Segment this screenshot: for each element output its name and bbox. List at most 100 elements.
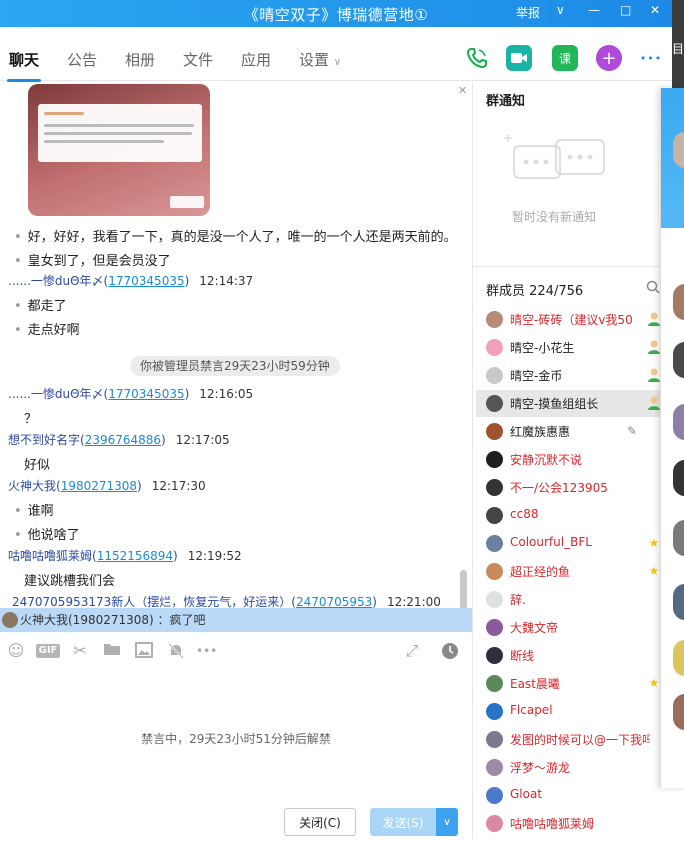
member-name: 浮梦～游龙: [510, 761, 571, 775]
phone-icon[interactable]: [464, 45, 490, 71]
member-row[interactable]: 不一/公会123905: [476, 474, 666, 501]
history-clock-icon[interactable]: [440, 642, 460, 660]
image-icon[interactable]: [134, 642, 154, 660]
scissors-icon[interactable]: ✂: [70, 642, 90, 660]
video-icon[interactable]: [506, 45, 532, 71]
member-row[interactable]: 晴空-摸鱼组组长: [476, 390, 666, 417]
member-row[interactable]: 发图的时候可以@一下我吗: [476, 726, 666, 753]
message-text: 建议跳槽我们会: [24, 574, 116, 589]
message-time: 12:17:30: [151, 479, 206, 493]
member-row[interactable]: Colourful_BFL ★: [476, 530, 666, 557]
search-icon[interactable]: [646, 280, 660, 298]
member-row[interactable]: 浮梦～游龙: [476, 754, 666, 781]
chat-scrollbar-thumb[interactable]: [460, 570, 467, 610]
chevron-down-icon[interactable]: ∨: [556, 3, 565, 17]
member-row[interactable]: cc88: [476, 502, 666, 529]
member-row[interactable]: East晨曦 ★: [476, 670, 666, 697]
member-name: Flcapel: [510, 703, 553, 717]
member-row[interactable]: 红魔族惠惠 ✎: [476, 418, 666, 445]
more-icon[interactable]: •••: [638, 45, 664, 71]
tab-settings[interactable]: 设置 ∨: [299, 49, 341, 70]
member-row[interactable]: 超正经的鱼 ★: [476, 558, 666, 585]
tab-announcement[interactable]: 公告: [67, 49, 97, 70]
tab-chat[interactable]: 聊天: [6, 49, 42, 82]
empty-notice-text: 暂时没有新通知: [512, 210, 597, 224]
minimize-button[interactable]: —: [588, 3, 600, 17]
sender-suffix: ): [184, 274, 190, 288]
avatar: [486, 395, 503, 412]
report-button[interactable]: 举报: [516, 4, 540, 21]
tab-settings-label: 设置: [299, 51, 330, 69]
expand-icon[interactable]: ⤢: [402, 642, 422, 660]
sender-qq[interactable]: 1152156894: [97, 549, 173, 563]
avatar: [486, 451, 503, 468]
sender-qq[interactable]: 2396764886: [85, 433, 161, 447]
quoted-text: 火神大我(1980271308) ：疯了吧: [20, 613, 206, 627]
sender-name[interactable]: ......一惨duΘ年〆(: [8, 274, 108, 288]
member-row[interactable]: Gloat: [476, 782, 666, 809]
avatar: [673, 132, 684, 168]
sender-qq[interactable]: 2470705953: [296, 595, 372, 609]
sender-suffix: ): [137, 479, 142, 493]
sender-name[interactable]: 2470705953173新人（摆烂，恢复元气，好运来）(: [12, 595, 296, 609]
close-icon[interactable]: ✕: [458, 84, 467, 97]
avatar: [486, 535, 503, 552]
image-skip-button: [170, 196, 204, 208]
sender-name[interactable]: 想不到好名字(: [8, 433, 85, 447]
member-name: 大魏文帝: [510, 621, 559, 635]
quoted-message-bar[interactable]: 火神大我(1980271308) ：疯了吧: [0, 608, 472, 632]
member-name: East晨曦: [510, 677, 560, 691]
member-row[interactable]: 晴空-小花生: [476, 334, 666, 361]
tab-files[interactable]: 文件: [183, 49, 213, 70]
emoji-icon[interactable]: ☺: [6, 642, 26, 660]
bell-off-icon[interactable]: [166, 642, 186, 660]
title-bar: 《晴空双子》博瑞德营地① 举报 ∨ — □ ✕: [0, 0, 672, 27]
member-name: 晴空-摸鱼组组长: [510, 397, 599, 411]
gif-icon[interactable]: GIF: [36, 644, 60, 658]
avatar: [673, 694, 684, 730]
send-button[interactable]: 发送(S): [370, 808, 436, 836]
member-row[interactable]: 安静沉默不说: [476, 446, 666, 473]
sender-name[interactable]: 火神大我(: [8, 479, 61, 493]
sender-suffix: ): [184, 387, 190, 401]
sender-qq[interactable]: 1770345035: [108, 274, 184, 288]
avatar: [486, 367, 503, 384]
message-time: 12:19:52: [187, 549, 242, 563]
member-row[interactable]: Flcapel: [476, 698, 666, 725]
member-row[interactable]: 咕噜咕噜狐莱姆: [476, 810, 666, 837]
image-line: [44, 140, 164, 143]
tab-apps[interactable]: 应用: [241, 49, 271, 70]
message-time: 12:16:05: [199, 387, 254, 401]
shared-image[interactable]: [28, 84, 210, 216]
sender-name[interactable]: 咕噜咕噜狐莱姆(: [8, 549, 97, 563]
member-row[interactable]: 断线: [476, 642, 666, 669]
member-row[interactable]: 辞.: [476, 586, 666, 613]
folder-icon[interactable]: [102, 642, 122, 660]
sender-suffix: ): [161, 433, 166, 447]
plus-icon[interactable]: +: [596, 45, 622, 71]
close-window-button[interactable]: ✕: [650, 3, 660, 17]
member-row[interactable]: 大魏文帝: [476, 614, 666, 641]
member-name: 辞.: [510, 593, 526, 607]
member-row[interactable]: 晴空-砖砖（建议v我50: [476, 306, 666, 333]
sender-qq[interactable]: 1980271308: [61, 479, 137, 493]
member-row[interactable]: 晴空-金币: [476, 362, 666, 389]
maximize-button[interactable]: □: [620, 3, 631, 17]
close-button[interactable]: 关闭(C): [284, 808, 356, 836]
background-window-text: 目: [672, 42, 684, 56]
tab-album[interactable]: 相册: [125, 49, 155, 70]
sender-line: ......一惨duΘ年〆(1770345035) 12:14:37: [8, 272, 253, 289]
sender-line: 想不到好名字(2396764886) 12:17:05: [8, 431, 230, 448]
avatar: [486, 591, 503, 608]
more-icon[interactable]: •••: [196, 642, 217, 660]
overlapping-window: [660, 88, 684, 788]
chevron-down-icon[interactable]: ∨: [436, 808, 458, 836]
class-button[interactable]: 课: [552, 45, 578, 71]
edit-icon: ✎: [626, 424, 638, 438]
sender-qq[interactable]: 1770345035: [108, 387, 184, 401]
member-name: 不一/公会123905: [510, 481, 608, 495]
chat-history[interactable]: ✕ 好，好好，我看了一下，真的是没一个人了，唯一的一个人还是两天前的。 皇女到了…: [0, 82, 472, 632]
message-text: 都走了: [14, 295, 67, 314]
sender-name[interactable]: ......一惨duΘ年〆(: [8, 387, 108, 401]
window-title: 《晴空双子》博瑞德营地①: [243, 6, 429, 24]
